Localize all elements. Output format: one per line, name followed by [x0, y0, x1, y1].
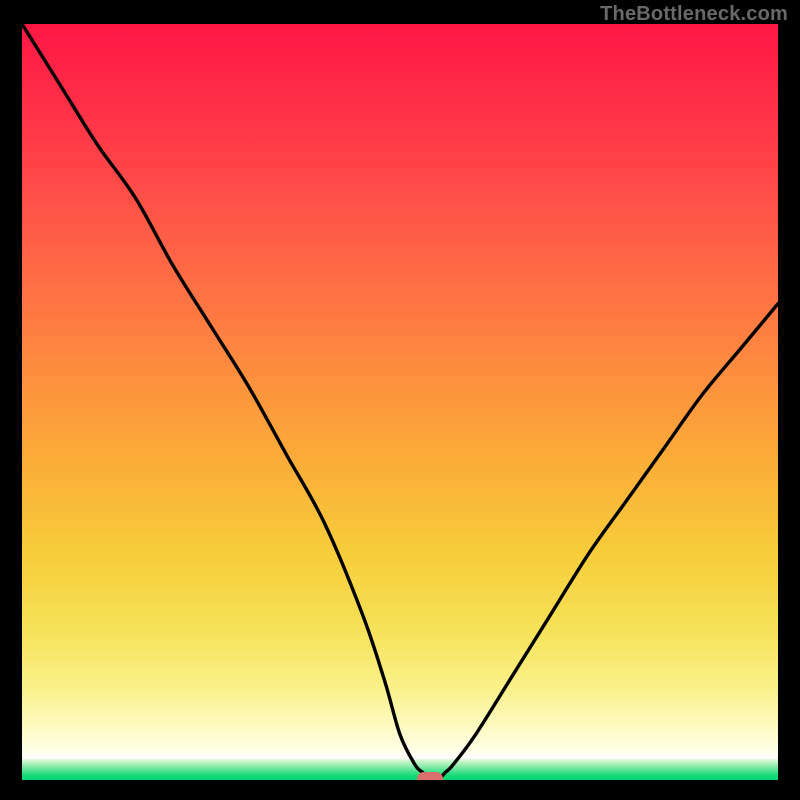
- minimum-marker: [417, 772, 443, 780]
- bottleneck-curve-path: [22, 24, 778, 780]
- watermark-text: TheBottleneck.com: [600, 3, 788, 26]
- chart-curve-svg: [22, 24, 778, 780]
- chart-stage: TheBottleneck.com: [0, 0, 800, 800]
- chart-plot-area: [22, 24, 778, 780]
